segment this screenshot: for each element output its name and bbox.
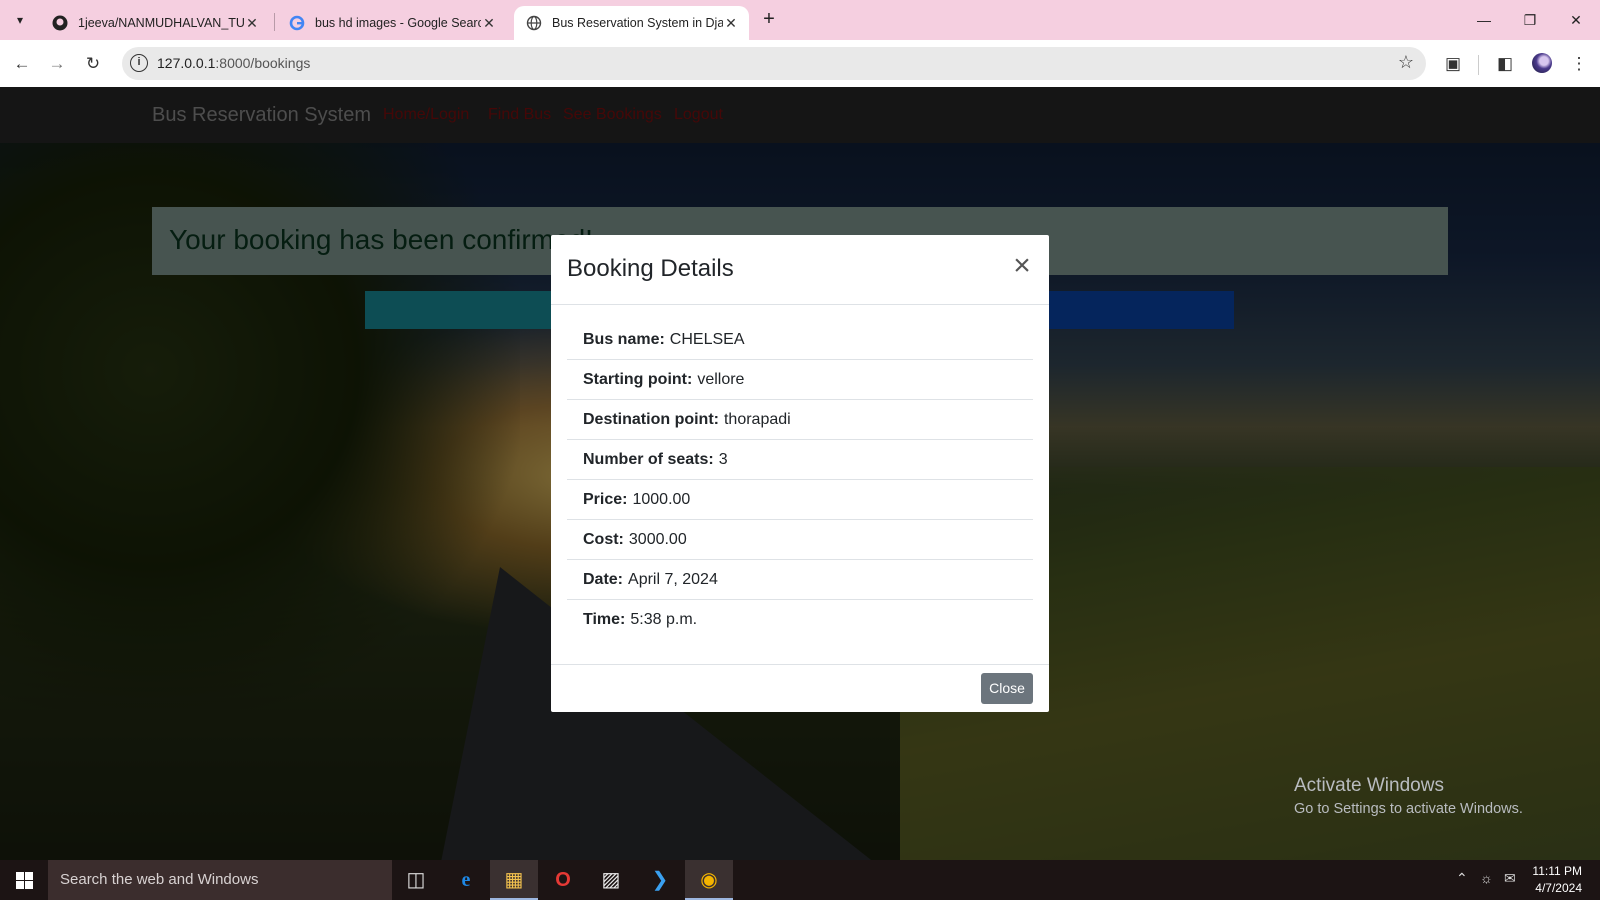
detail-value: thorapadi	[723, 410, 791, 428]
minimize-icon[interactable]: —	[1461, 6, 1507, 34]
github-icon	[52, 15, 68, 31]
detail-label: Bus name:	[583, 330, 665, 348]
close-tab-icon[interactable]: ✕	[481, 15, 497, 32]
modal-header: Booking Details ×	[551, 235, 1049, 305]
detail-value: 1000.00	[632, 490, 691, 508]
detail-value: 5:38 p.m.	[630, 611, 698, 628]
tab-title: 1jeeva/NANMUDHALVAN_TUE	[78, 16, 244, 30]
modal-footer: Close	[551, 664, 1049, 713]
activate-windows-subtitle: Go to Settings to activate Windows.	[1294, 801, 1523, 817]
tab-title: bus hd images - Google Search	[315, 16, 481, 30]
notifications-icon[interactable]: ✉	[1504, 870, 1516, 887]
store-icon[interactable]: ▨	[587, 860, 635, 900]
detail-value: vellore	[697, 370, 745, 388]
side-panel-icon[interactable]: ◧	[1492, 51, 1518, 77]
detail-row-date: Date: April 7, 2024	[567, 560, 1033, 600]
tab-title: Bus Reservation System in Djan	[552, 16, 723, 30]
detail-row-seats: Number of seats: 3	[567, 440, 1033, 480]
task-view-icon[interactable]: ◫	[392, 860, 440, 900]
detail-label: Starting point:	[583, 370, 693, 388]
booking-details-modal: Booking Details × Bus name: CHELSEA Start…	[551, 235, 1049, 712]
detail-value: April 7, 2024	[628, 570, 718, 588]
browser-tab-github[interactable]: 1jeeva/NANMUDHALVAN_TUE ✕	[40, 6, 270, 40]
globe-icon	[526, 15, 542, 31]
modal-body: Bus name: CHELSEA Starting point: vellore …	[567, 320, 1033, 640]
detail-label: Price:	[583, 490, 628, 508]
new-tab-icon[interactable]: +	[757, 8, 781, 32]
tab-divider	[274, 13, 275, 31]
detail-row-cost: Cost: 3000.00	[567, 520, 1033, 560]
vscode-icon[interactable]: ❯	[636, 860, 684, 900]
detail-value: 3	[718, 450, 728, 468]
detail-label: Destination point:	[583, 410, 719, 428]
browser-tab-active[interactable]: Bus Reservation System in Djan ✕	[514, 6, 749, 40]
detail-row-time: Time: 5:38 p.m.	[567, 600, 1033, 640]
browser-tabstrip: ▾ 1jeeva/NANMUDHALVAN_TUE ✕ bus hd image…	[0, 0, 1600, 40]
modal-title: Booking Details	[567, 255, 734, 282]
window-close-icon[interactable]: ✕	[1553, 6, 1599, 34]
detail-label: Time:	[583, 611, 626, 628]
edge-browser-icon[interactable]: e	[442, 860, 490, 900]
url-text[interactable]: 127.0.0.1:8000/bookings	[157, 55, 310, 71]
close-tab-icon[interactable]: ✕	[723, 15, 739, 32]
url-path: :8000/bookings	[215, 55, 311, 71]
detail-label: Cost:	[583, 530, 624, 548]
detail-value: CHELSEA	[669, 330, 745, 348]
taskbar-clock-date[interactable]: 4/7/2024	[1535, 881, 1582, 895]
menu-kebab-icon[interactable]: ⋮	[1566, 51, 1592, 77]
address-bar[interactable]: i 127.0.0.1:8000/bookings ☆	[122, 47, 1426, 80]
detail-row-price: Price: 1000.00	[567, 480, 1033, 520]
detail-label: Number of seats:	[583, 450, 714, 468]
extensions-icon[interactable]: ▣	[1440, 51, 1466, 77]
close-icon[interactable]: ×	[1007, 251, 1037, 281]
taskbar-clock-time[interactable]: 11:11 PM	[1532, 864, 1582, 878]
close-button[interactable]: Close	[981, 673, 1033, 704]
site-info-icon[interactable]: i	[130, 54, 148, 72]
opera-browser-icon[interactable]: O	[539, 860, 587, 900]
network-icon[interactable]: ☼	[1480, 870, 1493, 886]
chrome-browser-icon[interactable]: ◉	[685, 860, 733, 900]
taskbar-search-box[interactable]: Search the web and Windows	[48, 860, 392, 900]
profile-avatar[interactable]	[1532, 53, 1552, 73]
detail-row-destination: Destination point: thorapadi	[567, 400, 1033, 440]
windows-start-icon[interactable]	[0, 860, 48, 900]
detail-row-starting-point: Starting point: vellore	[567, 360, 1033, 400]
back-arrow-icon[interactable]: ←	[8, 50, 36, 78]
url-host: 127.0.0.1	[157, 55, 216, 71]
bookmark-star-icon[interactable]: ☆	[1398, 52, 1414, 73]
close-tab-icon[interactable]: ✕	[244, 15, 260, 32]
google-icon	[289, 15, 305, 31]
detail-row-bus-name: Bus name: CHELSEA	[567, 320, 1033, 360]
activate-windows-title: Activate Windows	[1294, 775, 1444, 796]
tab-search-dropdown-icon[interactable]: ▾	[8, 8, 32, 32]
detail-value: 3000.00	[628, 530, 687, 548]
windows-taskbar: Search the web and Windows ◫ e ▦ O ▨ ❯ ◉…	[0, 860, 1600, 900]
file-explorer-icon[interactable]: ▦	[490, 860, 538, 900]
forward-arrow-icon[interactable]: →	[43, 50, 71, 78]
taskbar-search-placeholder: Search the web and Windows	[60, 871, 259, 888]
restore-icon[interactable]: ❐	[1507, 6, 1553, 34]
tray-overflow-icon[interactable]: ⌃	[1456, 870, 1468, 887]
detail-label: Date:	[583, 570, 624, 588]
reload-icon[interactable]: ↻	[79, 50, 107, 78]
toolbar-divider	[1478, 55, 1479, 75]
browser-tab-google[interactable]: bus hd images - Google Search ✕	[277, 6, 507, 40]
